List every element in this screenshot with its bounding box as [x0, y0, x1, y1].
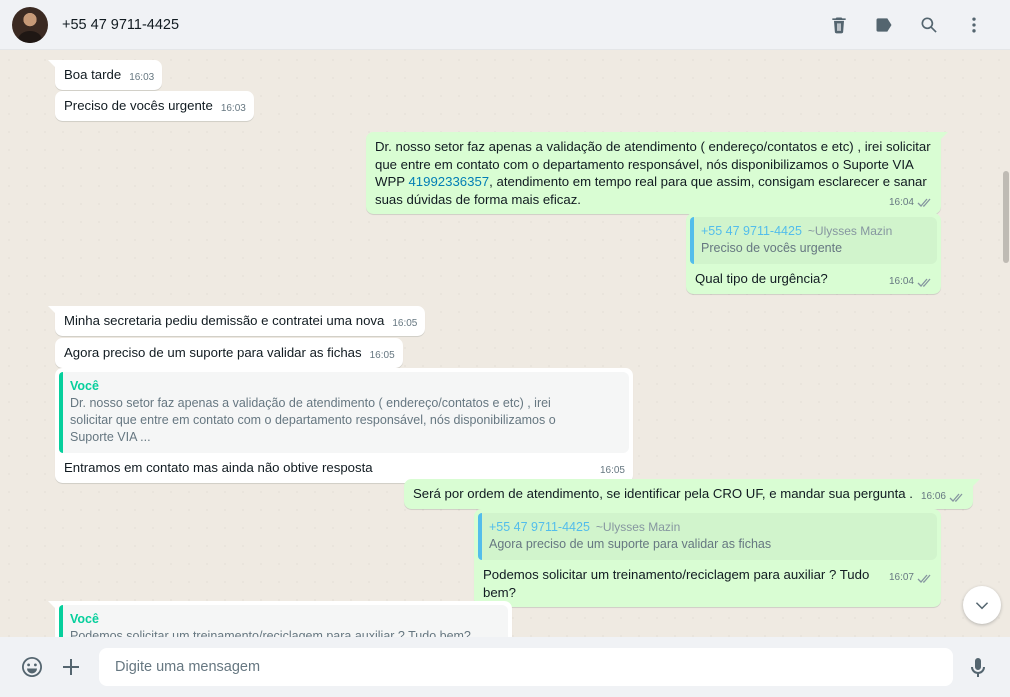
quoted-message[interactable]: Você Dr. nosso setor faz apenas a valida… [59, 372, 629, 453]
message-input[interactable] [99, 648, 953, 686]
message-meta: 16:05 [600, 465, 625, 477]
message-outgoing[interactable]: +55 47 9711-4425 ~Ulysses Mazin Agora pre… [474, 509, 941, 607]
microphone-icon [971, 658, 985, 677]
message-time: 16:03 [129, 72, 155, 83]
attach-button[interactable] [51, 647, 91, 687]
double-check-icon [917, 198, 931, 207]
message-meta: 16:06 [921, 491, 965, 503]
message-time: 16:04 [888, 196, 914, 208]
message-meta: 16:05 [370, 350, 395, 362]
message-outgoing[interactable]: Dr. nosso setor faz apenas a validação d… [366, 132, 948, 214]
quote-author: Você [70, 379, 99, 393]
message-time: 16:03 [220, 103, 246, 114]
scroll-to-bottom-button[interactable] [963, 586, 1001, 624]
message-incoming[interactable]: 16:05 Agora preciso de um suporte para v… [55, 338, 403, 368]
emoji-icon [22, 657, 42, 677]
message-text: Preciso de vocês urgente [64, 98, 213, 113]
quote-text: Preciso de vocês urgente [701, 241, 843, 255]
quote-author: +55 47 9711-4425 [701, 224, 802, 238]
message-text: Podemos solicitar um treinamento/recicla… [483, 567, 870, 600]
message-meta: 16:07 [889, 572, 933, 584]
delete-button[interactable] [816, 5, 861, 45]
message-outgoing[interactable]: 16:06 Será por ordem de atendimento, se … [404, 479, 980, 509]
quoted-message[interactable]: +55 47 9711-4425 ~Ulysses Mazin Preciso d… [690, 217, 937, 264]
message-incoming[interactable]: Você Podemos solicitar um treinamento/re… [48, 601, 512, 637]
quote-text: Dr. nosso setor faz apenas a validação d… [70, 396, 556, 444]
message-incoming[interactable]: 16:03 Boa tarde [47, 60, 163, 90]
plus-icon [63, 659, 79, 675]
chevron-down-icon [975, 602, 989, 610]
double-check-icon [917, 278, 931, 287]
message-meta: 16:05 [392, 318, 417, 330]
scrollbar-thumb[interactable] [1003, 171, 1009, 263]
menu-button[interactable] [951, 5, 996, 45]
label-icon [876, 17, 891, 32]
search-icon [921, 17, 937, 33]
quote-subname: ~Ulysses Mazin [595, 520, 681, 534]
emoji-button[interactable] [12, 647, 52, 687]
quote-text: Podemos solicitar um treinamento/recicla… [70, 629, 471, 637]
double-check-icon [949, 493, 963, 502]
label-button[interactable] [861, 5, 906, 45]
voice-message-button[interactable] [958, 647, 998, 687]
message-text: Qual tipo de urgência? [695, 271, 828, 286]
header-actions [816, 5, 996, 45]
contact-name[interactable]: +55 47 9711-4425 [62, 17, 179, 33]
message-time: 16:05 [369, 350, 395, 361]
message-text: Boa tarde [64, 67, 122, 82]
message-incoming[interactable]: Você Dr. nosso setor faz apenas a valida… [55, 368, 633, 483]
message-time: 16:05 [392, 318, 418, 329]
message-meta: 16:04 [889, 276, 933, 288]
message-time: 16:06 [920, 491, 946, 502]
message-list[interactable]: 16:03 Boa tarde 16:03 Preciso de vocês u… [0, 51, 1010, 637]
delete-icon [831, 17, 846, 33]
phone-link[interactable]: 41992336357 [408, 174, 489, 189]
message-text: Entramos em contato mas ainda não obtive… [64, 460, 373, 475]
compose-bar [0, 637, 1010, 697]
message-text: Será por ordem de atendimento, se identi… [413, 486, 913, 501]
quote-author: Você [70, 612, 99, 626]
message-meta: 16:03 [129, 72, 154, 84]
message-text: Minha secretaria pediu demissão e contra… [64, 313, 385, 328]
message-time: 16:05 [599, 465, 625, 476]
quoted-message[interactable]: +55 47 9711-4425 ~Ulysses Mazin Agora pre… [478, 513, 937, 560]
message-incoming[interactable]: 16:03 Preciso de vocês urgente [55, 91, 254, 121]
message-outgoing[interactable]: +55 47 9711-4425 ~Ulysses Mazin Preciso d… [686, 213, 941, 294]
message-time: 16:07 [888, 572, 914, 583]
message-meta: 16:04 [889, 197, 933, 209]
chat-header: +55 47 9711-4425 [0, 0, 1010, 50]
double-check-icon [917, 574, 931, 583]
search-button[interactable] [906, 5, 951, 45]
message-incoming[interactable]: 16:05 Minha secretaria pediu demissão e … [47, 306, 426, 336]
message-text: Agora preciso de um suporte para validar… [64, 345, 362, 360]
quote-author: +55 47 9711-4425 [489, 520, 590, 534]
message-time: 16:04 [888, 276, 914, 287]
message-meta: 16:03 [221, 103, 246, 115]
quoted-message[interactable]: Você Podemos solicitar um treinamento/re… [59, 605, 508, 637]
quote-text: Agora preciso de um suporte para validar… [489, 537, 772, 551]
contact-avatar[interactable] [12, 6, 48, 43]
menu-icon [971, 17, 976, 32]
quote-subname: ~Ulysses Mazin [807, 224, 893, 238]
